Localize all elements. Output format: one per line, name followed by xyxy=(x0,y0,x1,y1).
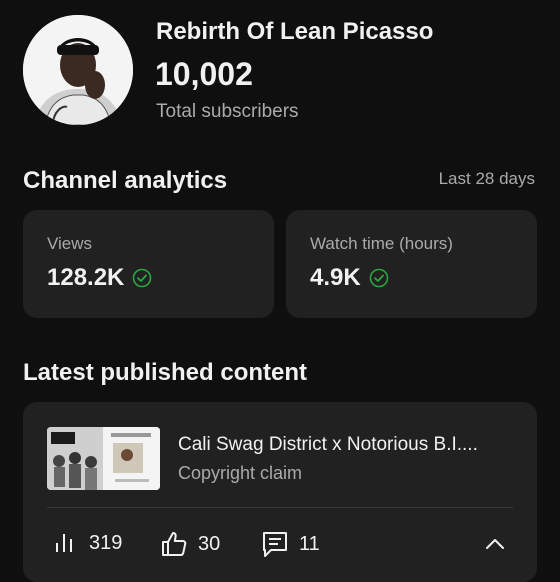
video-title[interactable]: Cali Swag District x Notorious B.I.... xyxy=(178,434,508,456)
latest-content-title: Latest published content xyxy=(23,359,308,386)
views-count: 319 xyxy=(89,531,123,554)
check-circle-icon xyxy=(369,268,389,288)
views-card[interactable]: Views 128.2K xyxy=(23,210,274,318)
channel-name: Rebirth Of Lean Picasso xyxy=(156,18,434,45)
watch-time-label: Watch time (hours) xyxy=(310,234,453,253)
latest-content-card[interactable]: Cali Swag District x Notorious B.I.... C… xyxy=(23,402,537,582)
likes-count: 30 xyxy=(198,532,221,555)
comments-count: 11 xyxy=(299,532,320,555)
video-status: Copyright claim xyxy=(178,463,303,483)
views-stat: 319 xyxy=(53,530,122,556)
check-circle-icon xyxy=(133,268,152,288)
chevron-up-icon[interactable] xyxy=(483,532,507,556)
bar-chart-icon xyxy=(56,534,72,552)
watch-time-value: 4.9K xyxy=(310,264,361,291)
analytics-range[interactable]: Last 28 days xyxy=(439,169,535,189)
video-thumbnail[interactable] xyxy=(47,427,160,490)
comments-stat: 11 xyxy=(261,530,320,558)
views-label: Views xyxy=(47,234,93,253)
subscriber-label: Total subscribers xyxy=(156,101,299,122)
thumbs-up-icon xyxy=(162,532,187,556)
channel-avatar[interactable] xyxy=(23,15,133,125)
analytics-title: Channel analytics xyxy=(23,167,228,194)
views-value: 128.2K xyxy=(47,264,125,291)
subscriber-count: 10,002 xyxy=(155,56,253,92)
thumbnail-image xyxy=(47,427,160,490)
comment-icon xyxy=(263,532,287,557)
views-value-row: 128.2K xyxy=(47,264,152,292)
divider xyxy=(47,507,513,508)
likes-stat: 30 xyxy=(160,530,220,558)
avatar-photo xyxy=(23,15,133,125)
watch-time-card[interactable]: Watch time (hours) 4.9K xyxy=(286,210,537,318)
watch-time-value-row: 4.9K xyxy=(310,264,389,292)
